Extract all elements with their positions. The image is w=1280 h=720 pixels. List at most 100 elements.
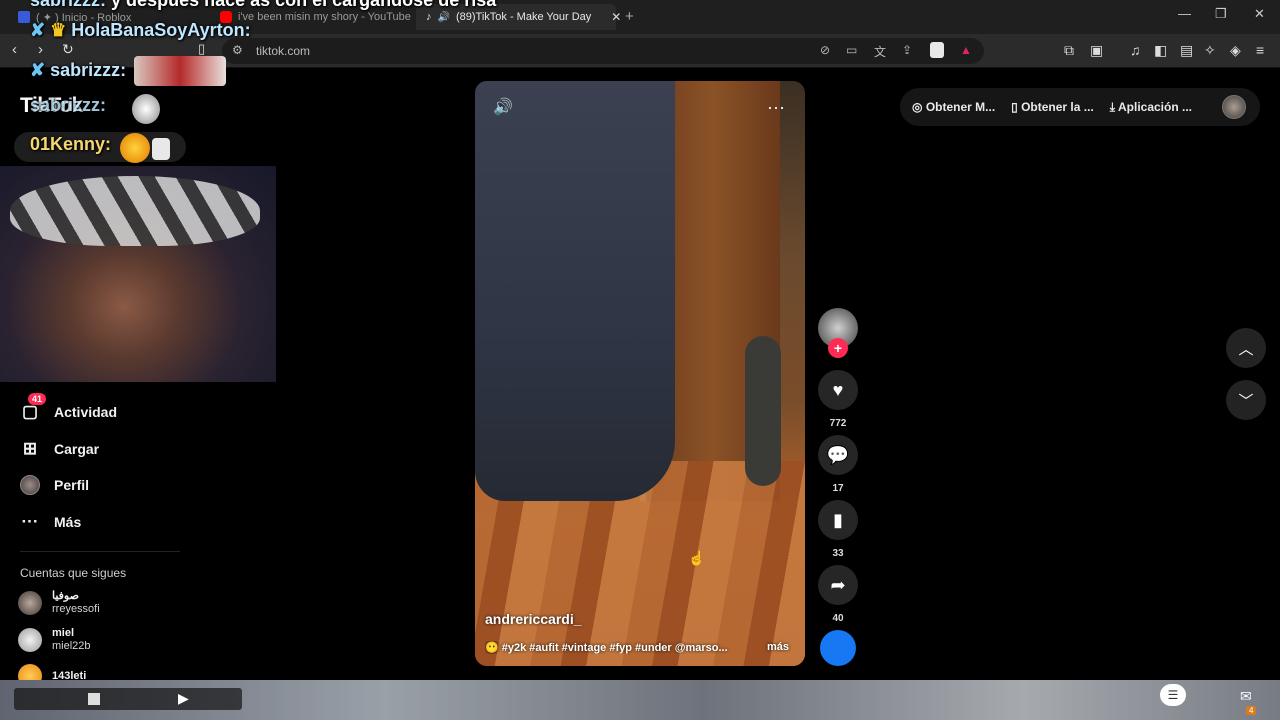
coins-label: Obtener M... — [925, 100, 996, 114]
chat-user: 01Kenny: — [30, 134, 112, 154]
share-action[interactable]: ➦ 40 — [818, 565, 858, 624]
chat-message: y después hace as con el cargándose de r… — [111, 0, 497, 10]
more-options-icon[interactable]: ··· — [767, 97, 785, 118]
address-bar[interactable]: ⚙ tiktok.com ⊘ ▭ 文 ⇪ ▲ — [222, 38, 984, 64]
stop-icon[interactable] — [88, 693, 100, 705]
extensions-icon[interactable]: ⧉ — [1064, 42, 1074, 59]
roblox-icon — [18, 11, 30, 23]
coins-button[interactable]: ◎ Obtener M... — [912, 100, 995, 114]
comment-icon[interactable]: 💬 — [818, 435, 858, 475]
video-player[interactable]: 🔊 ··· andrericcardi_ 😶 #y2k #aufit #vint… — [475, 81, 805, 666]
brave-rewards-icon[interactable]: ▲ — [960, 43, 972, 57]
comment-count: 17 — [832, 483, 844, 494]
following-title: Cuentas que sigues — [20, 566, 127, 580]
mail-badge: 4 — [1246, 706, 1257, 715]
sidebar-item-label: Más — [54, 514, 82, 530]
video-frame — [475, 81, 675, 501]
previous-video-button[interactable]: ︿ — [1226, 328, 1266, 368]
tab-title: i've been misin my shory - YouTube — [238, 11, 411, 23]
sidebar-item-label: Perfil — [54, 477, 90, 493]
hand-cursor-icon: ☝ — [688, 550, 706, 566]
next-video-button[interactable]: ﹀ — [1226, 380, 1266, 420]
reload-icon[interactable]: ↻ — [62, 41, 74, 58]
sidebar-icon[interactable]: ◧ — [1154, 42, 1167, 59]
cast-icon[interactable]: ▭ — [846, 43, 857, 57]
mail-icon[interactable]: ✉ — [1240, 688, 1252, 705]
chat-user: HolaBanaSoyAyrton: — [71, 20, 251, 40]
account-display-name: miel — [52, 627, 75, 639]
avatar — [18, 591, 42, 615]
chevron-down-icon: ﹀ — [1238, 392, 1254, 410]
crown-icon: ♛ — [50, 20, 67, 40]
account-handle: miel22b — [52, 640, 91, 652]
following-account[interactable]: miel miel22b — [18, 627, 91, 653]
forward-icon[interactable]: › — [38, 41, 43, 58]
chat-emote — [134, 56, 226, 86]
volume-icon[interactable]: 🔊 — [493, 97, 513, 117]
laugh-emote — [120, 133, 150, 163]
desktop-taskbar: ▶ ☰ ✉ 4 — [0, 680, 1280, 720]
share-icon[interactable]: ⇪ — [902, 43, 912, 57]
translate-icon[interactable]: 文 — [874, 43, 886, 60]
share-count: 40 — [832, 613, 844, 624]
follow-plus-icon[interactable]: + — [828, 338, 848, 358]
maximize-button[interactable]: ❐ — [1215, 6, 1227, 22]
site-info-icon[interactable]: ⚙ — [232, 43, 243, 57]
more-link[interactable]: más — [767, 641, 789, 653]
download-app-button[interactable]: ⤓ Aplicación ... — [1110, 100, 1192, 115]
video-frame — [745, 336, 781, 486]
inbox-icon: ▢ 41 — [20, 393, 47, 422]
save-action[interactable]: ▮ 33 — [818, 500, 858, 559]
chat-line: ✘ ♛ HolaBanaSoyAyrton: — [30, 20, 251, 41]
webcam-hat — [10, 176, 260, 246]
brave-shield-icon[interactable] — [930, 42, 944, 58]
back-icon[interactable]: ‹ — [12, 41, 17, 58]
share-icon[interactable]: ➦ — [818, 565, 858, 605]
account-display-name: صوفيا — [52, 590, 79, 602]
close-window-button[interactable]: ✕ — [1254, 6, 1265, 22]
settings-tray-icon[interactable]: ☰ — [1160, 684, 1186, 706]
play-icon[interactable]: ▶ — [178, 690, 189, 707]
chat-line: ✘ sabrizzz: — [30, 60, 126, 81]
get-app-button[interactable]: ▯ Obtener la ... — [1011, 100, 1094, 114]
heart-icon[interactable]: ♥ — [818, 370, 858, 410]
reading-icon[interactable]: ▣ — [1090, 42, 1103, 59]
vpn-icon[interactable]: ◈ — [1230, 42, 1241, 59]
chat-user: sabrizzz: — [30, 0, 107, 10]
no-tracking-icon[interactable]: ⊘ — [820, 43, 830, 57]
upload-icon: ⊞ — [22, 439, 38, 458]
notification-badge: 41 — [28, 393, 47, 405]
avatar[interactable] — [1222, 95, 1246, 119]
music-icon[interactable]: ♫ — [1130, 42, 1141, 58]
chat-user: sabrizzz: — [30, 95, 107, 115]
sidebar-item-label: Cargar — [54, 441, 100, 457]
chat-user: sabrizzz: — [50, 60, 127, 80]
music-disc-icon[interactable] — [820, 630, 856, 666]
video-author[interactable]: andrericcardi_ — [485, 611, 582, 627]
comment-action[interactable]: 💬 17 — [818, 435, 858, 494]
top-actions: ◎ Obtener M... ▯ Obtener la ... ⤓ Aplica… — [900, 88, 1260, 126]
menu-icon[interactable]: ≡ — [1256, 42, 1264, 58]
sidebar-item-cargar[interactable]: ⊞ Cargar — [20, 439, 99, 459]
chat-emote — [152, 138, 170, 160]
close-tab-icon[interactable]: ✕ — [611, 10, 621, 24]
minimize-button[interactable]: — — [1178, 6, 1191, 21]
leo-ai-icon[interactable]: ✧ — [1204, 42, 1216, 59]
sidebar-item-mas[interactable]: ··· Más — [20, 512, 82, 532]
bookmark-icon[interactable]: ▮ — [818, 500, 858, 540]
like-action[interactable]: ♥ 772 — [818, 370, 858, 429]
wallet-icon[interactable]: ▤ — [1180, 42, 1193, 59]
sidebar-item-perfil[interactable]: Perfil — [20, 475, 89, 495]
tiktok-page: TikTok sabrizzz: y después hace as con e… — [0, 0, 1280, 720]
account-handle: rreyessofi — [52, 603, 100, 615]
bookmark-icon[interactable]: ▯ — [198, 41, 205, 57]
chat-line: 01Kenny: — [30, 134, 111, 155]
verified-icon: ✘ — [30, 60, 46, 80]
tiktok-icon: ♪ — [426, 11, 432, 23]
new-tab-button[interactable]: + — [625, 8, 634, 25]
like-count: 772 — [829, 418, 847, 429]
media-player[interactable]: ▶ — [14, 688, 242, 710]
sidebar-divider — [20, 551, 180, 552]
following-account[interactable]: صوفيا rreyessofi — [18, 590, 100, 616]
sidebar-item-actividad[interactable]: ▢ 41 Actividad — [20, 393, 117, 422]
